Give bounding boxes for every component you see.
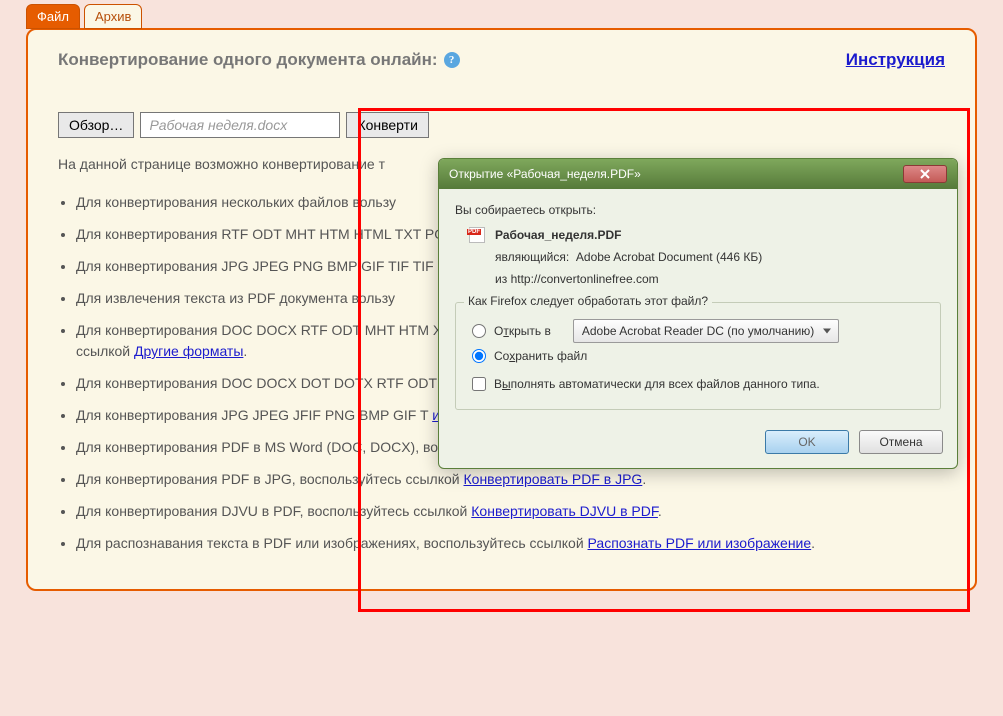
list-item: Для конвертирования DJVU в PDF, воспольз… [76, 501, 945, 522]
list-item: Для конвертирования PDF в JPG, воспользу… [76, 469, 945, 490]
close-icon [919, 169, 931, 179]
auto-label: Выполнять автоматически для всех файлов … [494, 377, 820, 391]
dialog-filename: Рабочая_неделя.PDF [495, 228, 621, 242]
auto-checkbox[interactable] [472, 377, 486, 391]
tab-file[interactable]: Файл [26, 4, 80, 29]
file-meta: являющийся: Adobe Acrobat Document (446 … [455, 247, 941, 290]
list-item: Для распознавания текста в PDF или изобр… [76, 533, 945, 554]
inline-link[interactable]: Другие форматы [134, 343, 243, 359]
app-combo[interactable]: Adobe Acrobat Reader DC (по умолчанию) [573, 319, 839, 343]
help-icon[interactable]: ? [444, 52, 460, 68]
inline-link[interactable]: Конвертировать DJVU в PDF [471, 503, 658, 519]
pdf-icon [469, 227, 485, 243]
dialog-title: Открытие «Рабочая_неделя.PDF» [449, 167, 641, 181]
tab-archive[interactable]: Архив [84, 4, 142, 29]
save-radio[interactable] [472, 349, 486, 363]
ok-button[interactable]: OK [765, 430, 849, 454]
page-title: Конвертирование одного документа онлайн:… [58, 50, 460, 70]
download-dialog: Открытие «Рабочая_неделя.PDF» Вы собирае… [438, 158, 958, 469]
save-label: Сохранить файл [494, 349, 587, 363]
instruction-link[interactable]: Инструкция [846, 50, 945, 70]
file-name-input[interactable]: Рабочая неделя.docx [140, 112, 340, 138]
inline-link[interactable]: Распознать PDF или изображение [588, 535, 812, 551]
open-label: Открыть в [494, 324, 551, 338]
cancel-button[interactable]: Отмена [859, 430, 943, 454]
browse-button[interactable]: Обзор… [58, 112, 134, 138]
convert-button[interactable]: Конверти [346, 112, 428, 138]
dialog-prompt: Вы собираетесь открыть: [455, 203, 941, 217]
inline-link[interactable]: Конвертировать PDF в JPG [464, 471, 643, 487]
open-radio[interactable] [472, 324, 486, 338]
fieldset-legend: Как Firefox следует обработать этот файл… [464, 294, 712, 308]
close-button[interactable] [903, 165, 947, 183]
